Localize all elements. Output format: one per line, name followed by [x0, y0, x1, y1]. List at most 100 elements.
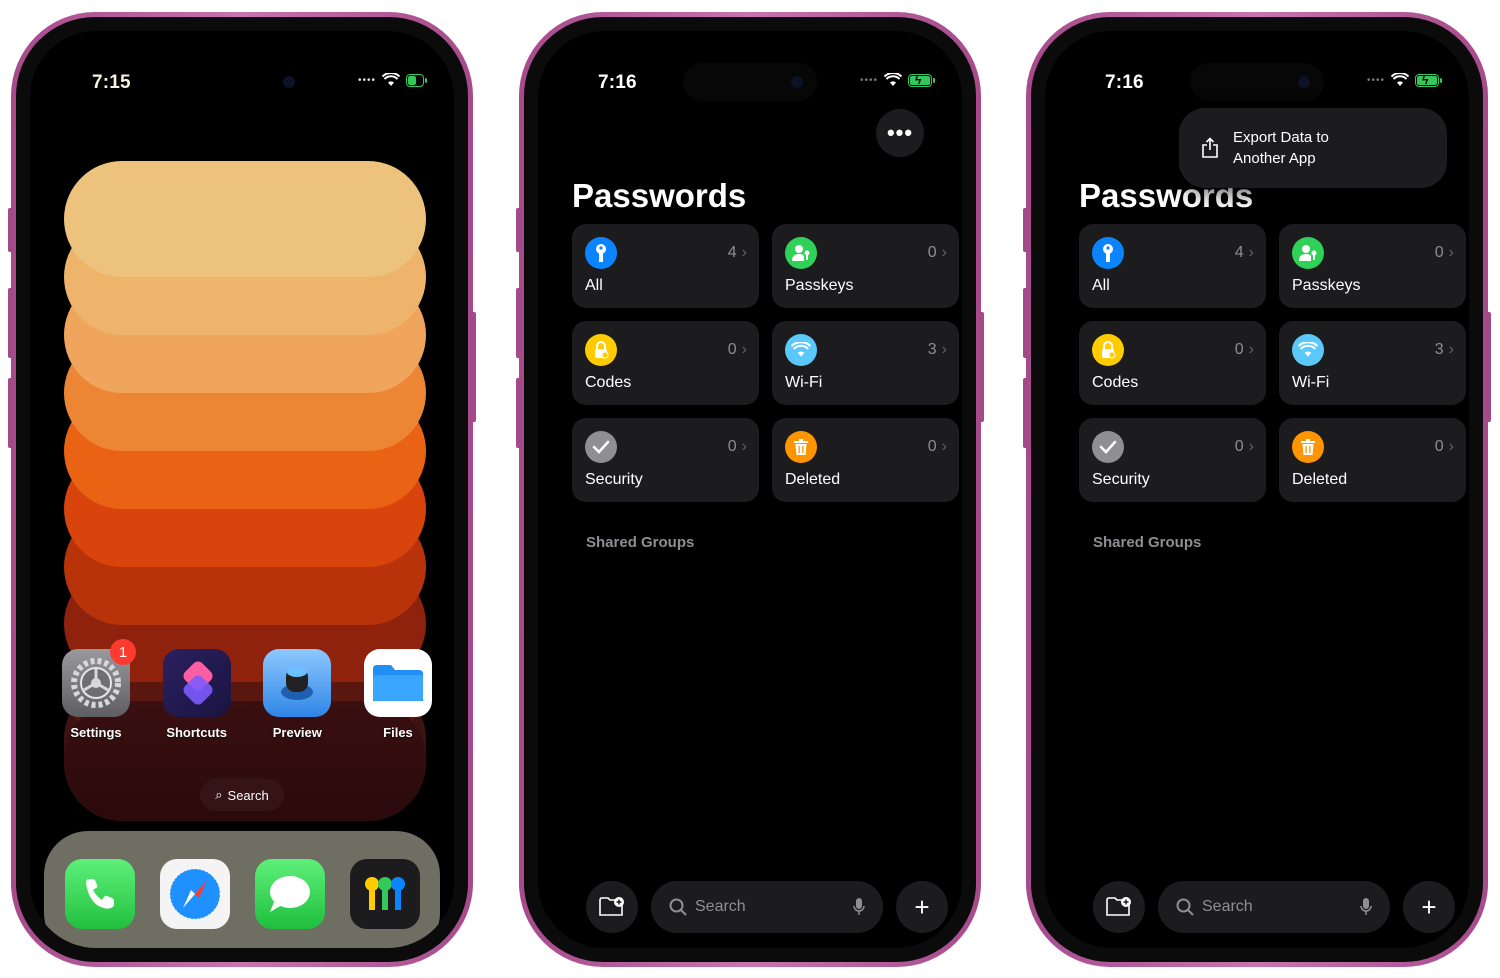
- tile-wifi[interactable]: 3 › Wi-Fi: [1279, 321, 1466, 405]
- passkey-icon: [785, 237, 817, 269]
- share-icon: [1202, 137, 1218, 158]
- tile-count: 0: [727, 341, 737, 358]
- home-screen: 7:15 •••• 1 Settings Shortcuts Preview F…: [30, 31, 454, 948]
- app-shortcuts[interactable]: Shortcuts: [161, 649, 233, 740]
- chevron-right-icon: ›: [1248, 438, 1254, 455]
- search-field[interactable]: Search: [1158, 881, 1390, 933]
- chevron-right-icon: ›: [1448, 341, 1454, 358]
- chevron-right-icon: ›: [1248, 341, 1254, 358]
- app-label: Files: [383, 725, 413, 740]
- tile-label: Security: [1092, 471, 1150, 488]
- key-icon: [1092, 237, 1124, 269]
- tile-deleted[interactable]: 0 › Deleted: [1279, 418, 1466, 502]
- search-icon: [669, 898, 687, 916]
- safari-icon[interactable]: [159, 859, 230, 929]
- app-label: Shortcuts: [166, 725, 227, 740]
- preview-icon: [263, 649, 332, 717]
- search-field[interactable]: Search: [651, 881, 883, 933]
- app-preview[interactable]: Preview: [261, 649, 333, 740]
- category-grid: 4 › All 0 › Passkeys 0 › Codes 3 › Wi-Fi…: [572, 224, 960, 502]
- tile-all[interactable]: 4 › All: [572, 224, 759, 308]
- export-menu-line1: Export Data to: [1233, 129, 1329, 146]
- settings-icon: 1: [62, 639, 136, 717]
- signal-icon: ••••: [1366, 74, 1385, 86]
- app-settings[interactable]: 1 Settings: [60, 639, 136, 740]
- microphone-icon[interactable]: [853, 898, 865, 916]
- status-time: 7:16: [598, 72, 637, 93]
- passwords-icon[interactable]: [349, 859, 420, 929]
- tile-all[interactable]: 4 › All: [1079, 224, 1266, 308]
- battery-icon: ϟ: [908, 73, 935, 87]
- trash-icon: [1292, 431, 1324, 463]
- tile-passkeys[interactable]: 0 › Passkeys: [1279, 224, 1466, 308]
- tile-count: 3: [927, 341, 937, 358]
- more-options-button[interactable]: •••: [876, 109, 924, 157]
- status-icons: •••• ϟ: [1366, 73, 1442, 87]
- shortcuts-icon: [162, 649, 231, 717]
- tile-label: Deleted: [785, 471, 841, 488]
- export-menu-item[interactable]: Export Data to Another App: [1233, 127, 1329, 169]
- folder-add-icon: [599, 897, 624, 916]
- key-icon: [585, 237, 617, 269]
- home-search-button[interactable]: ⌕ Search: [200, 779, 284, 811]
- export-menu-line2: Another App: [1233, 150, 1316, 167]
- tile-passkeys[interactable]: 0 › Passkeys: [772, 224, 959, 308]
- chevron-right-icon: ›: [1448, 244, 1454, 261]
- search-icon: ⌕: [215, 787, 223, 802]
- search-placeholder: Search: [695, 898, 746, 915]
- wifi-icon: [884, 73, 902, 86]
- new-group-button[interactable]: [586, 881, 638, 933]
- home-search-label: Search: [227, 787, 269, 803]
- tile-count: 0: [1234, 438, 1244, 455]
- tile-codes[interactable]: 0 › Codes: [1079, 321, 1266, 405]
- status-icons: •••• ϟ: [859, 73, 935, 87]
- tile-count: 4: [1234, 244, 1244, 261]
- tile-label: Wi-Fi: [785, 374, 823, 391]
- plus-icon: +: [914, 891, 930, 922]
- files-icon: [363, 649, 432, 717]
- chevron-right-icon: ›: [1448, 438, 1454, 455]
- ellipsis-icon: •••: [886, 120, 914, 145]
- tile-label: Security: [585, 471, 643, 488]
- tile-security[interactable]: 0 › Security: [1079, 418, 1266, 502]
- tile-wifi[interactable]: 3 › Wi-Fi: [772, 321, 959, 405]
- section-header: Shared Groups: [586, 534, 695, 551]
- tile-count: 0: [1234, 341, 1244, 358]
- app-row: 1 Settings Shortcuts Preview Files: [60, 639, 434, 740]
- signal-icon: ••••: [859, 74, 878, 86]
- phone-icon[interactable]: [64, 859, 135, 929]
- tile-label: Wi-Fi: [1292, 374, 1330, 391]
- dock: [44, 831, 440, 948]
- dynamic-island: [683, 63, 817, 101]
- tile-count: 0: [927, 438, 937, 455]
- wifi-icon: [1292, 334, 1324, 366]
- passwords-screen: 7:16 •••• ϟ Passwords 4 › All 0 › Passke…: [1045, 31, 1469, 948]
- status-icons: ••••: [358, 73, 427, 87]
- folder-add-icon: [1106, 897, 1131, 916]
- wifi-icon: [785, 334, 817, 366]
- search-icon: [1176, 898, 1194, 916]
- tile-codes[interactable]: 0 › Codes: [572, 321, 759, 405]
- lock-icon: [585, 334, 617, 366]
- phone-passwords: 7:16 •••• ϟ ••• Passwords 4 › All 0 › Pa…: [516, 12, 984, 967]
- messages-icon[interactable]: [254, 859, 325, 929]
- dynamic-island: [175, 63, 309, 101]
- tile-security[interactable]: 0 › Security: [572, 418, 759, 502]
- lock-icon: [1092, 334, 1124, 366]
- dynamic-island: [1190, 63, 1324, 101]
- export-menu[interactable]: Export Data to Another App: [1179, 108, 1447, 188]
- tile-count: 0: [1434, 438, 1444, 455]
- tile-count: 0: [927, 244, 937, 261]
- tile-deleted[interactable]: 0 › Deleted: [772, 418, 959, 502]
- app-label: Preview: [272, 725, 322, 740]
- phone-passwords-menu: 7:16 •••• ϟ Passwords 4 › All 0 › Passke…: [1023, 12, 1491, 967]
- add-button[interactable]: +: [1403, 881, 1455, 933]
- microphone-icon[interactable]: [1360, 898, 1372, 916]
- add-button[interactable]: +: [896, 881, 948, 933]
- battery-icon: [406, 73, 427, 87]
- tile-label: Codes: [1092, 374, 1139, 391]
- app-files[interactable]: Files: [362, 649, 434, 740]
- tile-label: Codes: [585, 374, 632, 391]
- tile-label: Deleted: [1292, 471, 1348, 488]
- new-group-button[interactable]: [1093, 881, 1145, 933]
